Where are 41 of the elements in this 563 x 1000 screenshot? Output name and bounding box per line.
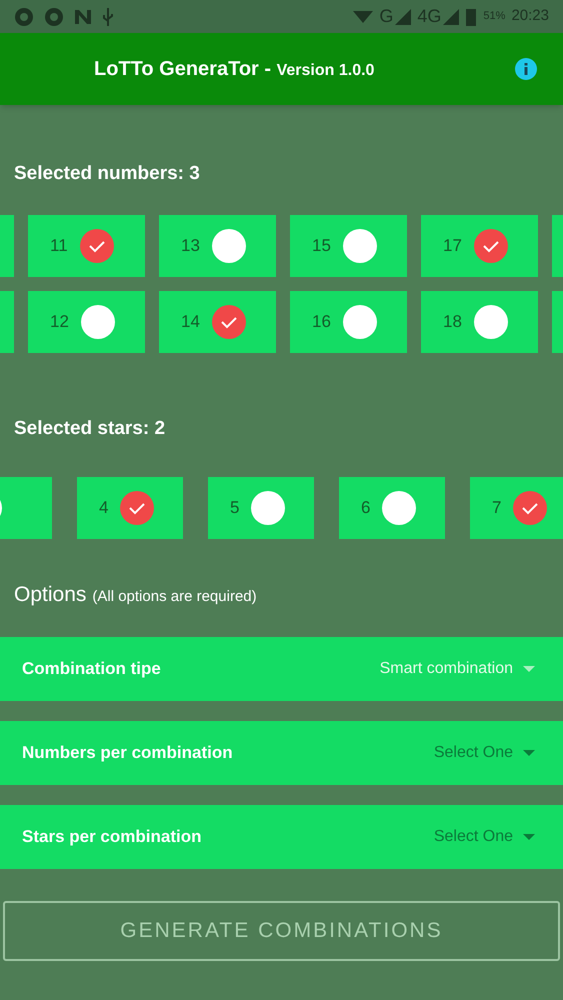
number-tile[interactable]: 16	[290, 290, 407, 352]
option-label: Numbers per combination	[22, 742, 233, 764]
option-dropdown[interactable]: Stars per combination Select One	[0, 804, 563, 868]
number-tile[interactable]: 12	[28, 290, 145, 352]
clock: 20:23	[511, 6, 549, 26]
option-dropdown[interactable]: Numbers per combination Select One	[0, 720, 563, 784]
option-placeholder: Select One	[434, 742, 513, 762]
number-label: 5	[230, 497, 240, 520]
number-tile[interactable]: 18	[421, 290, 538, 352]
number-label: 7	[492, 497, 502, 520]
number-label: 4	[99, 497, 108, 520]
number-tile[interactable]: 17	[421, 214, 538, 276]
option-label: Combination tipe	[22, 658, 161, 680]
network-type: G	[379, 5, 394, 28]
network-type: 4G	[417, 5, 442, 28]
option-placeholder: Select One	[434, 826, 513, 846]
number-label: 13	[181, 234, 200, 257]
numbers-heading: Selected numbers: 3	[14, 162, 201, 186]
option-label: Stars per combination	[22, 826, 202, 848]
number-label: 17	[443, 234, 462, 257]
battery-percent: 51%	[483, 9, 506, 24]
number-label: 15	[312, 234, 331, 257]
number-label: 18	[443, 310, 462, 333]
number-tile[interactable]: 7	[470, 477, 563, 539]
option-value: Smart combination	[380, 658, 513, 678]
number-label: 6	[361, 497, 370, 520]
app-title: LoTTo GeneraTor - Version 1.0.0	[94, 57, 374, 82]
stars-heading: Selected stars: 2	[14, 416, 166, 440]
number-tile[interactable]: 14	[159, 290, 276, 352]
number-label: 12	[50, 310, 69, 333]
number-tile[interactable]: 13	[159, 214, 276, 276]
number-label: 14	[181, 310, 200, 333]
number-tile[interactable]: 5	[208, 477, 314, 539]
number-label: 16	[312, 310, 331, 333]
options-note: (All options are required)	[92, 587, 257, 607]
number-tile[interactable]: 6	[339, 477, 445, 539]
number-tile[interactable]: 15	[290, 214, 407, 276]
number-tile[interactable]: 11	[28, 214, 145, 276]
number-tile[interactable]: 4	[77, 477, 183, 539]
options-heading: Options	[14, 582, 86, 608]
number-label: 11	[50, 234, 68, 257]
